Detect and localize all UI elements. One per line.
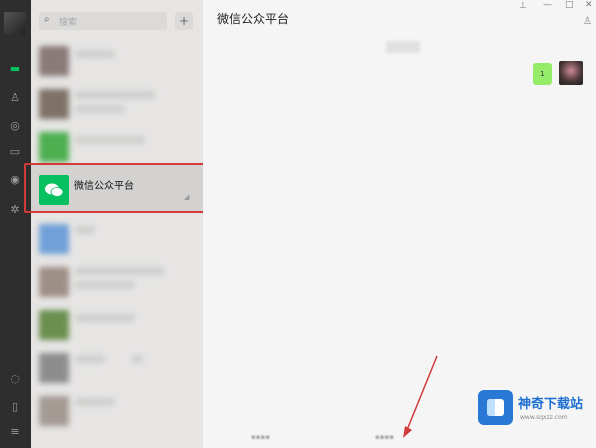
moments-icon[interactable]: ◉ — [8, 174, 22, 186]
search-icon: ⌕ — [44, 14, 50, 25]
contacts-icon[interactable]: ♙ — [8, 92, 22, 104]
maximize-icon[interactable]: □ — [565, 0, 574, 10]
list-item[interactable] — [31, 38, 203, 81]
bottom-link-left[interactable]: ▪▪▪▪ — [251, 433, 270, 441]
chat-icon[interactable]: ▬ — [8, 63, 22, 75]
menu-icon[interactable]: ≡ — [8, 426, 22, 438]
list-item[interactable] — [31, 81, 203, 124]
my-avatar[interactable] — [4, 12, 26, 34]
watermark-logo-icon — [478, 390, 513, 425]
mini-program-icon[interactable]: ◌ — [8, 373, 22, 385]
close-icon[interactable]: ✕ — [585, 0, 593, 10]
list-item[interactable] — [31, 302, 203, 345]
bottom-link-right[interactable]: ▪▪▪▪ — [375, 433, 394, 441]
list-item[interactable] — [31, 388, 203, 431]
timestamp — [386, 41, 420, 53]
list-item[interactable] — [31, 259, 203, 302]
phone-icon[interactable]: ▯ — [8, 401, 22, 413]
chat-panel: 微信公众平台 ⊥ — □ ✕ ♙ 1 ▪▪▪▪ ▪▪▪▪ — [203, 0, 596, 448]
annotation-arrow — [403, 355, 438, 438]
minimize-icon[interactable]: — — [543, 0, 552, 10]
watermark: 神奇下载站 www.sqxzz.com — [478, 390, 593, 426]
search-placeholder: 搜索 — [59, 18, 78, 28]
list-item[interactable] — [31, 124, 203, 167]
message-bubble: 1 — [533, 63, 552, 85]
star-icon[interactable]: ✲ — [8, 204, 22, 216]
watermark-brand: 神奇下载站 — [518, 397, 584, 412]
highlight-box — [24, 163, 205, 213]
chat-title: 微信公众平台 — [217, 12, 290, 26]
conversation-list: ⌕ 搜索 + 微信公众平台 ◢ — [31, 0, 233, 448]
add-button[interactable]: + — [175, 12, 193, 30]
favorites-icon[interactable]: ◎ — [8, 120, 22, 132]
watermark-url: www.sqxzz.com — [520, 414, 568, 421]
profile-icon[interactable]: ♙ — [583, 16, 592, 27]
icon-rail: ▬ ♙ ◎ ▭ ◉ ✲ ◌ ▯ ≡ — [0, 0, 31, 448]
list-item[interactable] — [31, 216, 203, 259]
search-input[interactable]: ⌕ 搜索 — [39, 12, 167, 30]
files-icon[interactable]: ▭ — [8, 146, 22, 158]
sender-avatar[interactable] — [559, 61, 583, 85]
pin-icon[interactable]: ⊥ — [519, 1, 527, 11]
list-item[interactable] — [31, 345, 203, 388]
